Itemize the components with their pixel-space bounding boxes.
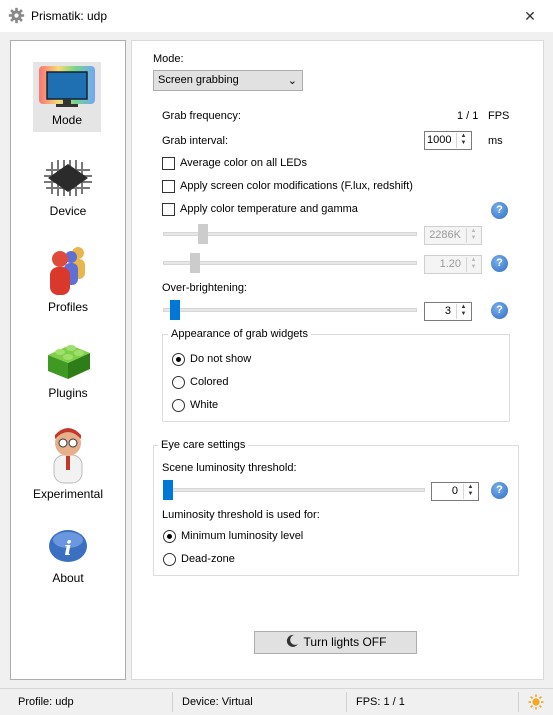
status-fps: FPS: 1 / 1 [356, 696, 405, 708]
widgets-do-not-show-radio[interactable] [172, 353, 185, 366]
dead-zone-radio[interactable] [163, 553, 176, 566]
grab-interval-value: 1000 [427, 134, 452, 146]
spin-arrows-icon[interactable]: ▲ ▼ [463, 484, 477, 499]
grab-interval-label: Grab interval: [162, 135, 229, 147]
widgets-colored-radio[interactable] [172, 376, 185, 389]
grab-frequency-unit: FPS [488, 110, 510, 122]
overbrightening-value: 3 [444, 305, 451, 317]
sidebar-item-label: Experimental [32, 487, 104, 501]
svg-text:i: i [64, 536, 72, 560]
grab-widgets-title: Appearance of grab widgets [168, 328, 311, 340]
help-icon[interactable]: ? [491, 482, 508, 499]
chevron-down-icon: ⌄ [287, 75, 297, 87]
turn-lights-off-button[interactable]: Turn lights OFF [254, 631, 417, 654]
spin-arrows-icon[interactable]: ▲ ▼ [466, 257, 480, 272]
overbrightening-slider-track[interactable] [163, 308, 417, 312]
spin-arrows-icon[interactable]: ▲ ▼ [456, 133, 470, 148]
temperature-value: 2286K [429, 229, 461, 241]
overbrightening-slider-thumb[interactable] [170, 300, 180, 320]
overbrightening-spinbox[interactable]: 3 ▲ ▼ [424, 302, 472, 321]
widgets-do-not-show-label: Do not show [190, 353, 252, 365]
lego-brick-icon [48, 345, 90, 379]
temperature-gamma-checkbox[interactable] [162, 203, 175, 216]
mode-label: Mode: [153, 53, 184, 65]
eye-care-title: Eye care settings [158, 439, 249, 451]
threshold-used-for-label: Luminosity threshold is used for: [162, 509, 320, 521]
mode-select[interactable]: Screen grabbing ⌄ [153, 70, 303, 91]
average-color-label: Average color on all LEDs [180, 157, 307, 169]
sidebar-item-label: Profiles [47, 300, 88, 314]
temperature-spinbox[interactable]: 2286K ▲ ▼ [424, 226, 482, 245]
title-bar: Prismatik: udp ✕ [0, 0, 553, 32]
spin-arrows-icon[interactable]: ▲ ▼ [456, 304, 470, 319]
sun-icon[interactable] [528, 694, 544, 710]
grab-frequency-label: Grab frequency: [162, 110, 241, 122]
status-divider [172, 692, 173, 712]
status-device: Device: Virtual [182, 696, 253, 708]
grab-interval-spinbox[interactable]: 1000 ▲ ▼ [424, 131, 472, 150]
sidebar-item-label: Plugins [48, 386, 88, 400]
temperature-gamma-label: Apply color temperature and gamma [180, 203, 358, 215]
sidebar-item-experimental[interactable]: Experimental [11, 425, 125, 501]
scientist-icon [53, 428, 83, 484]
help-icon[interactable]: ? [491, 202, 508, 219]
gamma-spinbox[interactable]: 1.20 ▲ ▼ [424, 255, 482, 274]
sidebar-item-label: Device [49, 204, 87, 218]
mode-select-value: Screen grabbing [158, 74, 239, 86]
scene-luminosity-label: Scene luminosity threshold: [162, 462, 297, 474]
profiles-icon [50, 247, 85, 295]
mode-settings-panel: Mode: Screen grabbing ⌄ Grab frequency: … [131, 40, 544, 680]
info-icon: i [49, 530, 87, 562]
status-profile: Profile: udp [18, 696, 74, 708]
sidebar-item-plugins[interactable]: Plugins [11, 337, 125, 400]
gamma-slider-track[interactable] [163, 261, 417, 265]
window-title: Prismatik: udp [31, 9, 108, 23]
sidebar-item-profiles[interactable]: Profiles [11, 243, 125, 314]
sidebar: Mode Device Profiles Plugins Experimenta… [10, 40, 126, 680]
status-divider [518, 692, 519, 712]
spin-arrows-icon[interactable]: ▲ ▼ [466, 228, 480, 243]
screen-mods-label: Apply screen color modifications (F.lux,… [180, 180, 413, 192]
status-bar: Profile: udp Device: Virtual FPS: 1 / 1 [0, 688, 553, 715]
help-icon[interactable]: ? [491, 255, 508, 272]
turn-lights-off-label: Turn lights OFF [303, 635, 387, 649]
overbrightening-label: Over-brightening: [162, 282, 247, 294]
help-icon[interactable]: ? [491, 302, 508, 319]
status-divider [346, 692, 347, 712]
sidebar-item-about[interactable]: i About [11, 528, 125, 585]
grab-frequency-value: 1 / 1 [457, 110, 479, 122]
scene-luminosity-value: 0 [451, 485, 458, 497]
gamma-value: 1.20 [439, 258, 461, 270]
scene-luminosity-spinbox[interactable]: 0 ▲ ▼ [431, 482, 479, 501]
screen-mods-checkbox[interactable] [162, 180, 175, 193]
close-button[interactable]: ✕ [507, 0, 553, 32]
gear-icon [8, 7, 25, 24]
minimum-luminosity-radio[interactable] [163, 530, 176, 543]
monitor-icon [39, 66, 95, 107]
sidebar-item-device[interactable]: Device [11, 156, 125, 218]
widgets-white-label: White [190, 399, 219, 411]
widgets-white-radio[interactable] [172, 399, 185, 412]
moon-icon [286, 634, 298, 647]
sidebar-item-mode[interactable]: Mode [33, 62, 101, 132]
temperature-slider-thumb[interactable] [198, 224, 208, 244]
close-icon: ✕ [524, 8, 536, 24]
widgets-colored-label: Colored [190, 376, 229, 388]
dead-zone-label: Dead-zone [181, 553, 235, 565]
chip-icon [44, 160, 92, 196]
sidebar-item-label: About [52, 571, 84, 585]
scene-luminosity-slider-track[interactable] [163, 488, 425, 492]
average-color-checkbox[interactable] [162, 157, 175, 170]
grab-interval-unit: ms [488, 135, 503, 147]
scene-luminosity-slider-thumb[interactable] [163, 480, 173, 500]
sidebar-item-label: Mode [51, 113, 83, 127]
gamma-slider-thumb[interactable] [190, 253, 200, 273]
minimum-luminosity-label: Minimum luminosity level [181, 530, 304, 542]
